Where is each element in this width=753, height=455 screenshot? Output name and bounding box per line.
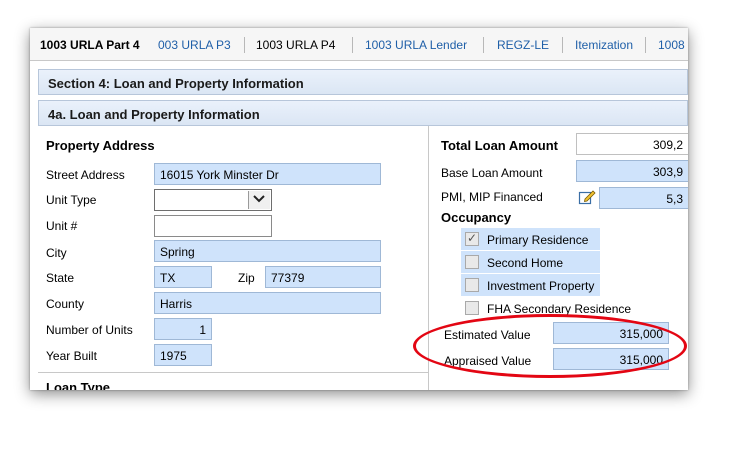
tab-1003-urla-part-4[interactable]: 1003 URLA Part 4 bbox=[40, 38, 140, 52]
year-built-field[interactable]: 1975 bbox=[154, 344, 212, 366]
county-label: County bbox=[46, 297, 85, 311]
city-label: City bbox=[46, 246, 67, 260]
pmi-mip-financed-field[interactable]: 5,3 bbox=[599, 187, 688, 209]
unit-type-label: Unit Type bbox=[46, 193, 97, 207]
dropdown-button[interactable] bbox=[248, 191, 270, 209]
investment-property-label: Investment Property bbox=[487, 279, 595, 293]
total-loan-amount-field: 309,2 bbox=[576, 133, 688, 155]
tab-separator bbox=[562, 37, 563, 53]
loan-type-heading: Loan Type bbox=[46, 380, 111, 390]
pmi-mip-financed-label: PMI, MIP Financed bbox=[441, 190, 543, 204]
city-field[interactable]: Spring bbox=[154, 240, 381, 262]
checkmark-icon: ✓ bbox=[467, 231, 478, 245]
state-field[interactable]: TX bbox=[154, 266, 212, 288]
unit-type-select[interactable] bbox=[154, 189, 272, 211]
tab-separator bbox=[244, 37, 245, 53]
property-address-heading: Property Address bbox=[46, 138, 155, 153]
state-label: State bbox=[46, 271, 75, 285]
second-home-checkbox[interactable] bbox=[465, 255, 479, 269]
total-loan-amount-label: Total Loan Amount bbox=[441, 138, 558, 153]
unit-number-field[interactable] bbox=[154, 215, 272, 237]
zip-field[interactable]: 77379 bbox=[265, 266, 381, 288]
primary-residence-label: Primary Residence bbox=[487, 233, 589, 247]
edit-icon[interactable] bbox=[578, 188, 596, 206]
tab-regz-le[interactable]: REGZ-LE bbox=[497, 38, 549, 52]
tab-1003-urla-p3[interactable]: 003 URLA P3 bbox=[158, 38, 231, 52]
divider bbox=[38, 372, 428, 373]
tab-1003-urla-lender[interactable]: 1003 URLA Lender bbox=[365, 38, 467, 52]
chevron-down-icon bbox=[253, 195, 265, 203]
tab-1003-urla-p4[interactable]: 1003 URLA P4 bbox=[256, 38, 335, 52]
street-address-label: Street Address bbox=[46, 168, 125, 182]
tab-1008[interactable]: 1008 bbox=[658, 38, 685, 52]
tab-separator bbox=[352, 37, 353, 53]
unit-number-label: Unit # bbox=[46, 219, 78, 233]
highlight-ellipse bbox=[413, 314, 687, 378]
second-home-label: Second Home bbox=[487, 256, 564, 270]
base-loan-amount-label: Base Loan Amount bbox=[441, 166, 543, 180]
tab-bar: 1003 URLA Part 4 003 URLA P3 1003 URLA P… bbox=[30, 28, 688, 61]
county-field[interactable]: Harris bbox=[154, 292, 381, 314]
fha-secondary-residence-checkbox[interactable] bbox=[465, 301, 479, 315]
year-built-label: Year Built bbox=[46, 349, 97, 363]
occupancy-label: Occupancy bbox=[441, 210, 512, 225]
tab-separator bbox=[483, 37, 484, 53]
investment-property-checkbox[interactable] bbox=[465, 278, 479, 292]
tab-itemization[interactable]: Itemization bbox=[575, 38, 633, 52]
section-header: Section 4: Loan and Property Information bbox=[38, 69, 688, 95]
zip-label: Zip bbox=[238, 271, 255, 285]
tab-separator bbox=[645, 37, 646, 53]
number-of-units-field[interactable]: 1 bbox=[154, 318, 212, 340]
primary-residence-checkbox[interactable]: ✓ bbox=[465, 231, 479, 246]
subsection-header: 4a. Loan and Property Information bbox=[38, 100, 688, 126]
base-loan-amount-field[interactable]: 303,9 bbox=[576, 160, 688, 182]
number-of-units-label: Number of Units bbox=[46, 323, 133, 337]
street-address-field[interactable]: 16015 York Minster Dr bbox=[154, 163, 381, 185]
